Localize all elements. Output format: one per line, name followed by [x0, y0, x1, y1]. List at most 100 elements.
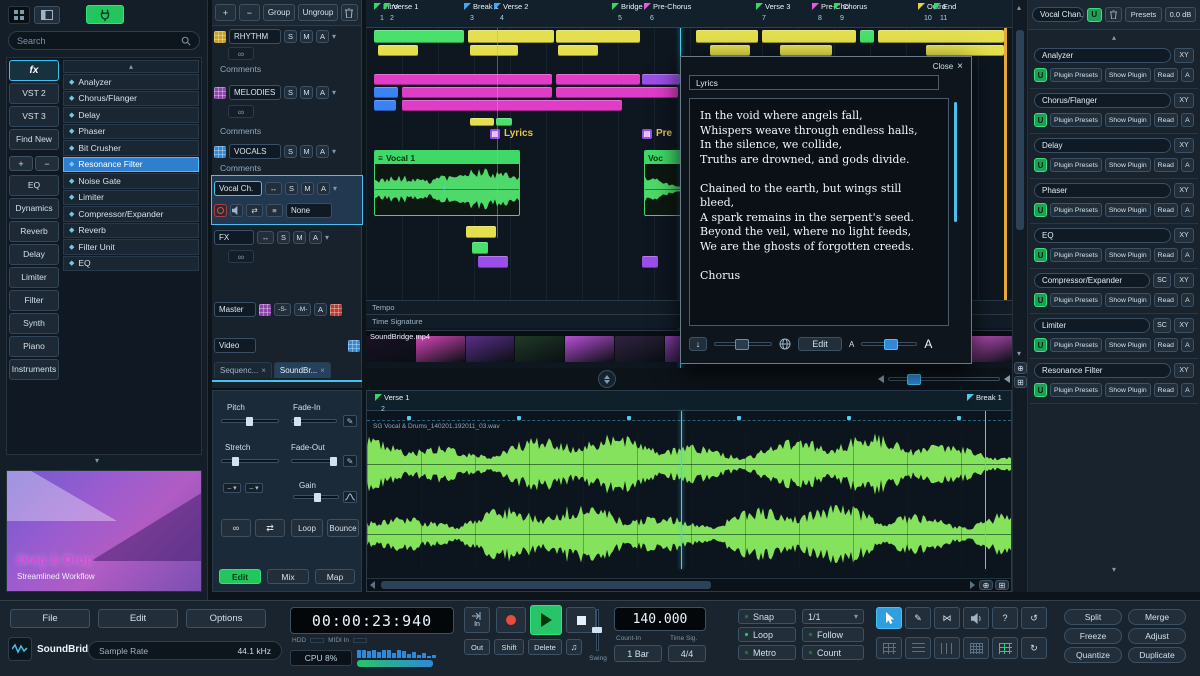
options-menu[interactable]: Options — [186, 609, 266, 628]
loop-clip-button[interactable]: Loop — [291, 519, 323, 537]
adjust-action[interactable]: Adjust — [1128, 628, 1186, 644]
audio-clip[interactable] — [860, 30, 874, 43]
track-name[interactable]: Vocal Ch. — [214, 181, 262, 196]
plugin-presets-button[interactable]: Plugin Presets — [1050, 203, 1102, 217]
category-filter[interactable]: Filter — [9, 290, 59, 311]
waveform-editor[interactable]: Verse 1 2 Break 1 SG Vocal & Drums_14020… — [366, 390, 1012, 592]
category-delay[interactable]: Delay — [9, 244, 59, 265]
audio-clip[interactable] — [374, 74, 552, 85]
loop-end-marker[interactable] — [1004, 28, 1007, 300]
vocal-clip-1[interactable]: ≡Vocal 1 + — [374, 150, 520, 216]
plugin-undo-button[interactable]: U — [1034, 113, 1047, 127]
output-select[interactable]: None — [286, 203, 332, 218]
category-find-new[interactable]: Find New — [9, 129, 59, 150]
track-name[interactable]: Master — [214, 302, 256, 317]
fit-button[interactable]: ⊞ — [1014, 376, 1027, 388]
read-automation-button[interactable]: Read — [1154, 68, 1178, 82]
tempo-display[interactable]: 140.000 — [614, 607, 706, 631]
bounce-clip-button[interactable]: Bounce — [327, 519, 359, 537]
automation-mode-button[interactable]: A — [1181, 203, 1194, 217]
xy-pad-button[interactable]: XY — [1174, 138, 1194, 153]
audio-clip[interactable] — [496, 118, 512, 126]
fade-in-curve-icon[interactable]: ✎ — [343, 415, 357, 427]
automation-mode-button[interactable]: A — [1181, 248, 1194, 262]
mute-button[interactable]: M — [293, 231, 306, 244]
audio-clip[interactable] — [878, 30, 1004, 43]
edit-lyrics-button[interactable]: Edit — [798, 337, 842, 351]
stretch-mode-select[interactable]: – ▾ — [223, 483, 241, 493]
grid-view-button[interactable] — [876, 637, 902, 659]
timeline-ruler[interactable]: Intro1Verse 12Break 13Verse 24Bridge5Pre… — [366, 0, 1012, 28]
scroll-left-icon[interactable] — [370, 581, 375, 589]
lyrics-text[interactable]: In the void where angels fall, Whispers … — [689, 98, 949, 326]
category-piano[interactable]: Piano — [9, 336, 59, 357]
ungroup-button[interactable]: Ungroup — [298, 4, 338, 21]
video-thumbnail[interactable] — [466, 336, 515, 362]
plugin-manager-button[interactable] — [86, 5, 124, 24]
mute-button[interactable]: M — [301, 182, 314, 195]
xy-pad-button[interactable]: XY — [1174, 93, 1194, 108]
link-channels-button[interactable]: ∞ — [221, 519, 251, 537]
plugin-presets-button[interactable]: Plugin Presets — [1050, 338, 1102, 352]
show-plugin-button[interactable]: Show Plugin — [1105, 203, 1151, 217]
scroll-up-icon[interactable]: ▴ — [1017, 4, 1021, 12]
plugin-name[interactable]: Resonance Filter — [1034, 363, 1171, 378]
quantize-grid-button[interactable] — [992, 637, 1018, 659]
freeze-action[interactable]: Freeze — [1064, 628, 1122, 644]
plugin-name[interactable]: EQ — [1034, 228, 1171, 243]
automation-point[interactable] — [737, 416, 741, 420]
snap-toggle[interactable]: Snap — [738, 609, 796, 624]
automation-mode-button[interactable]: A — [1181, 68, 1194, 82]
wave-playhead[interactable] — [681, 411, 682, 569]
record-arm-button[interactable] — [214, 204, 227, 217]
wave-marker-verse1[interactable]: Verse 1 — [375, 393, 409, 402]
count-in-select[interactable]: 1 Bar — [614, 645, 662, 662]
read-automation-button[interactable]: Read — [1154, 113, 1178, 127]
punch-out-button[interactable]: Out — [464, 639, 490, 655]
close-icon[interactable]: × — [320, 366, 325, 375]
audio-clip[interactable] — [374, 100, 396, 111]
plugin-name[interactable]: Delay — [1034, 138, 1171, 153]
audio-clip[interactable] — [374, 87, 398, 98]
loop-tool[interactable]: ↺ — [1021, 607, 1047, 629]
comments-lane[interactable]: Comments — [214, 163, 360, 173]
split-tool[interactable]: ⋈ — [934, 607, 960, 629]
globe-icon[interactable] — [779, 338, 791, 350]
refresh-button[interactable]: ↻ — [1021, 637, 1047, 659]
plugin-name[interactable]: Phaser — [1034, 183, 1171, 198]
plugin-name[interactable]: Compressor/Expander — [1034, 273, 1150, 288]
plugin-item[interactable]: ◆Bit Crusher — [63, 140, 199, 156]
promo-banner[interactable]: Drag & Drop Streamlined Workflow — [6, 470, 202, 592]
track-row-vocal-channel[interactable]: Vocal Ch. ↔ S M A ▾ — [214, 181, 360, 196]
solo-button[interactable]: S — [284, 30, 297, 43]
tab-mix[interactable]: Mix — [267, 569, 309, 584]
category-limiter[interactable]: Limiter — [9, 267, 59, 288]
track-row-master[interactable]: Master -S- -M- A — [214, 302, 360, 317]
tab-sequence[interactable]: Sequenc...× — [214, 362, 272, 378]
track-name[interactable]: Video — [214, 338, 256, 353]
timeline-marker[interactable]: Chorus — [834, 2, 867, 11]
plugin-item[interactable]: ◆Delay — [63, 107, 199, 123]
video-thumbnail[interactable] — [565, 336, 614, 362]
duplicate-action[interactable]: Duplicate — [1128, 647, 1186, 663]
link-icon[interactable]: ∞ — [228, 47, 254, 60]
zoom-left2-icon[interactable] — [1004, 375, 1010, 383]
quantize-action[interactable]: Quantize — [1064, 647, 1122, 663]
scrollbar-thumb[interactable] — [381, 581, 711, 589]
timeline-marker[interactable]: Verse 1 — [384, 2, 418, 11]
automation-button[interactable]: A — [314, 303, 327, 316]
pre-clip[interactable]: ▤ Pre — [642, 128, 672, 139]
add-category-button[interactable]: + — [9, 156, 33, 171]
io-arrows-button[interactable]: ↔ — [265, 182, 282, 195]
tab-soundbridge[interactable]: SoundBr...× — [274, 362, 331, 378]
category-instruments[interactable]: Instruments — [9, 359, 59, 380]
category-fx[interactable]: fx — [9, 60, 59, 81]
collapse-icon[interactable]: ▾ — [332, 89, 336, 97]
solo-button[interactable]: S — [285, 182, 298, 195]
file-menu[interactable]: File — [10, 609, 90, 628]
mute-button[interactable]: M — [300, 86, 313, 99]
read-automation-button[interactable]: Read — [1154, 383, 1178, 397]
audio-clip[interactable] — [780, 45, 832, 56]
collapse-icon[interactable]: ▾ — [333, 185, 337, 193]
plugin-undo-button[interactable]: U — [1034, 338, 1047, 352]
